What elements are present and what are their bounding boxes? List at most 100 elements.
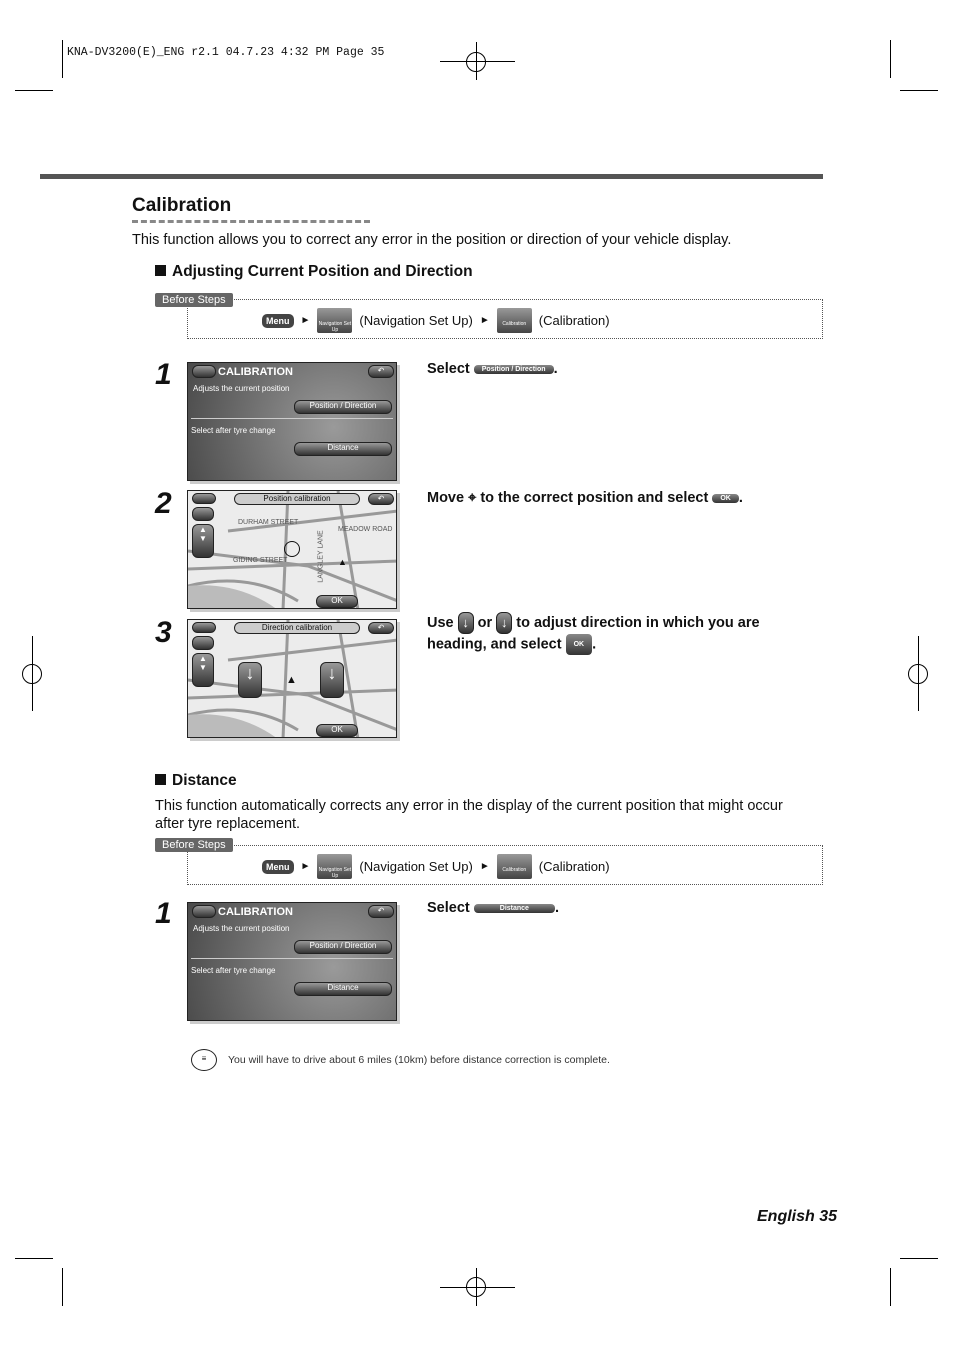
screen-text: Adjusts the current position: [193, 924, 290, 933]
back-icon: ↶: [368, 493, 394, 505]
distance-button: Distance: [294, 442, 392, 456]
crosshair-icon: ⌖: [468, 490, 477, 506]
home-icon: [192, 365, 216, 378]
crop-mark: [890, 40, 891, 78]
position-direction-button: Position / Direction: [294, 400, 392, 414]
calibration-screen: CALIBRATION ↶ Adjusts the current positi…: [187, 362, 397, 481]
distance-button-icon: Distance: [473, 903, 555, 913]
intro-text: This function allows you to correct any …: [132, 232, 732, 248]
section-heading-position: Adjusting Current Position and Direction: [155, 263, 473, 281]
map-label: MEADOW ROAD: [338, 526, 393, 533]
step-instruction: Select Distance.: [427, 900, 559, 916]
crop-mark: [918, 636, 919, 711]
crop-mark: [440, 1287, 515, 1288]
screen-title: Position calibration: [234, 493, 360, 505]
ok-button: OK: [316, 724, 358, 737]
divider: [191, 958, 393, 959]
zoom-scale-control: ▲ ▼: [192, 653, 214, 687]
home-icon: [192, 493, 216, 504]
calibration-text: (Calibration): [538, 859, 610, 874]
crop-mark: [476, 1268, 477, 1306]
title-underline: [132, 220, 370, 223]
home-icon: [192, 905, 216, 918]
rotate-right-icon: ↓: [320, 662, 344, 698]
nav-setup-text: (Navigation Set Up): [359, 313, 473, 328]
crosshair-cursor-icon: [284, 541, 300, 557]
ok-button-icon: OK: [712, 493, 739, 503]
crop-mark: [15, 1258, 53, 1259]
screen-title: CALIBRATION: [218, 906, 293, 918]
screen-text: Adjusts the current position: [193, 384, 290, 393]
screen-title: Direction calibration: [234, 622, 360, 634]
bullet-square-icon: [155, 774, 166, 785]
map-label: LANGLEY LANE: [317, 530, 325, 583]
step-instruction: Use ↓ or ↓ to adjust direction in which …: [427, 612, 760, 655]
crop-mark: [900, 1258, 938, 1259]
arrow-right-icon: ►: [300, 315, 311, 326]
rotate-right-icon: ↓: [496, 612, 513, 634]
crop-mark: [476, 42, 477, 80]
map-label: GIDING STREET: [233, 557, 288, 564]
screen-text: Select after tyre change: [191, 426, 276, 435]
step-number: 2: [155, 487, 172, 520]
note-text: You will have to drive about 6 miles (10…: [228, 1054, 610, 1066]
rotate-left-icon: ↓: [457, 612, 474, 634]
step-instruction: Select Position / Direction.: [427, 361, 558, 377]
step-number: 1: [155, 358, 172, 391]
crop-mark: [32, 636, 33, 711]
position-calibration-screen: DURHAM STREET GIDING STREET MEADOW ROAD …: [187, 490, 397, 609]
before-steps-path: Menu ► Navigation Set Up (Navigation Set …: [262, 854, 610, 879]
navigation-setup-icon: Navigation Set Up: [317, 308, 353, 333]
nav-setup-text: (Navigation Set Up): [359, 859, 473, 874]
note-icon: ≡: [191, 1049, 217, 1071]
crop-mark: [15, 90, 53, 91]
crop-mark: [890, 1268, 891, 1306]
menu-button-icon: Menu: [262, 313, 294, 328]
bullet-square-icon: [155, 265, 166, 276]
ok-button-icon: OK: [565, 634, 593, 655]
section-heading-distance: Distance: [155, 772, 237, 790]
position-direction-button: Position / Direction: [294, 940, 392, 954]
before-steps-label: Before Steps: [155, 293, 233, 307]
arrow-right-icon: ►: [479, 861, 490, 872]
direction-calibration-screen: Direction calibration ↶ ▲ ▼ ↓ ↓ ▲ OK: [187, 619, 397, 738]
crop-mark: [62, 40, 63, 78]
print-header: KNA-DV3200(E)_ENG r2.1 04.7.23 4:32 PM P…: [67, 46, 385, 59]
navigation-setup-icon: Navigation Set Up: [317, 854, 353, 879]
vehicle-arrow-icon: ▲: [286, 674, 297, 686]
page-footer: English 35: [757, 1208, 838, 1225]
compass-icon: [192, 507, 214, 521]
arrow-right-icon: ►: [479, 315, 490, 326]
page-title: Calibration: [132, 195, 232, 216]
divider: [191, 418, 393, 419]
map-label: DURHAM STREET: [238, 519, 299, 526]
rotate-left-icon: ↓: [238, 662, 262, 698]
top-rule: [40, 174, 823, 179]
menu-button-icon: Menu: [262, 859, 294, 874]
crop-mark: [62, 1268, 63, 1306]
step-instruction: Move ⌖ to the correct position and selec…: [427, 490, 743, 506]
before-steps-label: Before Steps: [155, 838, 233, 852]
before-steps-path: Menu ► Navigation Set Up (Navigation Set …: [262, 308, 610, 333]
calibration-icon: Calibration: [496, 308, 532, 333]
position-direction-button-icon: Position / Direction: [473, 364, 554, 374]
crop-mark: [440, 61, 515, 62]
calibration-icon: Calibration: [496, 854, 532, 879]
back-icon: ↶: [368, 622, 394, 634]
compass-icon: [192, 636, 214, 650]
step-number: 1: [155, 897, 172, 930]
home-icon: [192, 622, 216, 633]
calibration-text: (Calibration): [538, 313, 610, 328]
back-icon: ↶: [368, 905, 394, 918]
back-icon: ↶: [368, 365, 394, 378]
calibration-screen: CALIBRATION ↶ Adjusts the current positi…: [187, 902, 397, 1021]
ok-button: OK: [316, 595, 358, 608]
screen-text: Select after tyre change: [191, 966, 276, 975]
zoom-scale-control: ▲ ▼: [192, 524, 214, 558]
screen-title: CALIBRATION: [218, 366, 293, 378]
crop-mark: [900, 90, 938, 91]
distance-text: This function automatically corrects any…: [155, 798, 783, 832]
arrow-right-icon: ►: [300, 861, 311, 872]
step-number: 3: [155, 616, 172, 649]
vehicle-arrow-icon: ▲: [338, 557, 347, 567]
